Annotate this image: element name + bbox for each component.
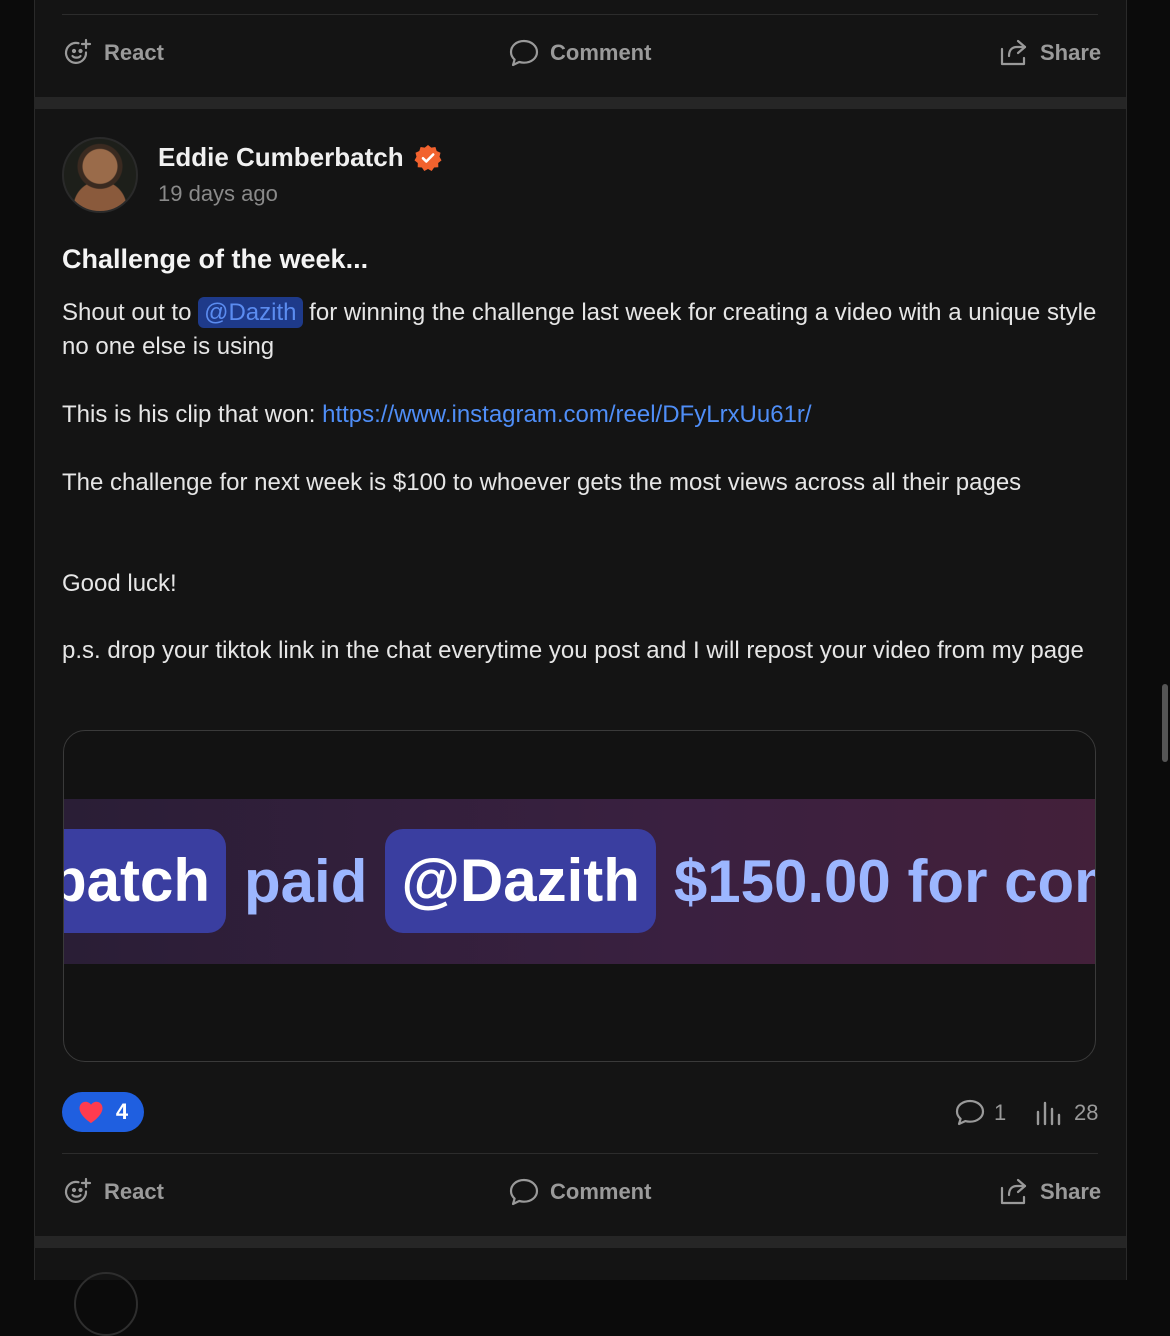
divider [62, 14, 1098, 15]
share-icon [1000, 1178, 1027, 1205]
comment-count-icon [955, 1099, 985, 1126]
react-emoji-icon [64, 38, 92, 64]
react-emoji-icon [64, 1177, 92, 1203]
instagram-link[interactable]: https://www.instagram.com/reel/DFyLrxUu6… [322, 401, 811, 428]
post-paragraph-3: The challenge for next week is $100 to w… [62, 469, 1022, 496]
comment-count-value: 1 [994, 1100, 1007, 1125]
react-label: React [104, 40, 164, 65]
bar-chart-icon [1036, 1101, 1061, 1126]
payment-banner-image: batch paid @Dazith $150.00 for comp [64, 799, 1095, 964]
react-button-top[interactable]: React [62, 37, 164, 69]
comment-button[interactable]: Comment [508, 1176, 651, 1208]
column-border-right [1126, 0, 1127, 1280]
heart-icon [79, 1101, 103, 1123]
share-button[interactable]: Share [998, 1176, 1101, 1208]
banner-text-paid: paid [244, 847, 368, 915]
share-icon [1000, 39, 1027, 66]
post-timestamp: 19 days ago [158, 181, 278, 206]
divider [62, 1153, 1098, 1154]
comment-button-top[interactable]: Comment [508, 37, 651, 69]
next-post-avatar[interactable] [74, 1272, 138, 1336]
author-avatar[interactable] [62, 137, 138, 213]
post-paragraph-1: Shout out to @Dazith for winning the cha… [62, 296, 1102, 364]
author-line: Eddie Cumberbatch [158, 142, 442, 173]
post-image-attachment[interactable]: batch paid @Dazith $150.00 for comp [63, 730, 1096, 1062]
comment-bubble-icon [509, 1178, 539, 1206]
share-button-top[interactable]: Share [998, 37, 1101, 69]
post-paragraph-4: Good luck! [62, 570, 177, 597]
heart-reaction-pill[interactable]: 4 [62, 1092, 144, 1132]
view-count-value: 28 [1074, 1100, 1099, 1125]
share-label: Share [1040, 1179, 1102, 1204]
banner-text-amount: $150.00 for comp [673, 847, 1095, 915]
p2-before: This is his clip that won: [62, 401, 316, 428]
view-count: 28 [1034, 1098, 1098, 1128]
comment-bubble-icon [509, 39, 539, 67]
comment-label: Comment [550, 1179, 652, 1204]
share-label: Share [1040, 40, 1102, 65]
post-separator [34, 1236, 1126, 1248]
banner-row: batch paid @Dazith $150.00 for comp [64, 829, 1095, 933]
p1-before: Shout out to [62, 299, 192, 326]
scrollbar-thumb[interactable] [1162, 684, 1168, 762]
mention-dazith[interactable]: @Dazith [198, 297, 303, 328]
author-name[interactable]: Eddie Cumberbatch [158, 142, 404, 173]
post-paragraph-5: p.s. drop your tiktok link in the chat e… [62, 637, 1084, 664]
banner-chip-mention: @Dazith [385, 829, 656, 933]
post-paragraph-2: This is his clip that won: https://www.i… [62, 398, 1102, 432]
post-title: Challenge of the week... [62, 244, 369, 274]
react-button[interactable]: React [62, 1176, 164, 1208]
reaction-count: 4 [115, 1099, 129, 1124]
comment-label: Comment [550, 40, 652, 65]
banner-chip-name: batch [64, 829, 227, 933]
verified-badge-icon [414, 144, 442, 172]
react-label: React [104, 1179, 164, 1204]
post-separator [34, 97, 1126, 109]
column-border-left [34, 0, 35, 1280]
comment-count[interactable]: 1 [954, 1098, 1006, 1128]
